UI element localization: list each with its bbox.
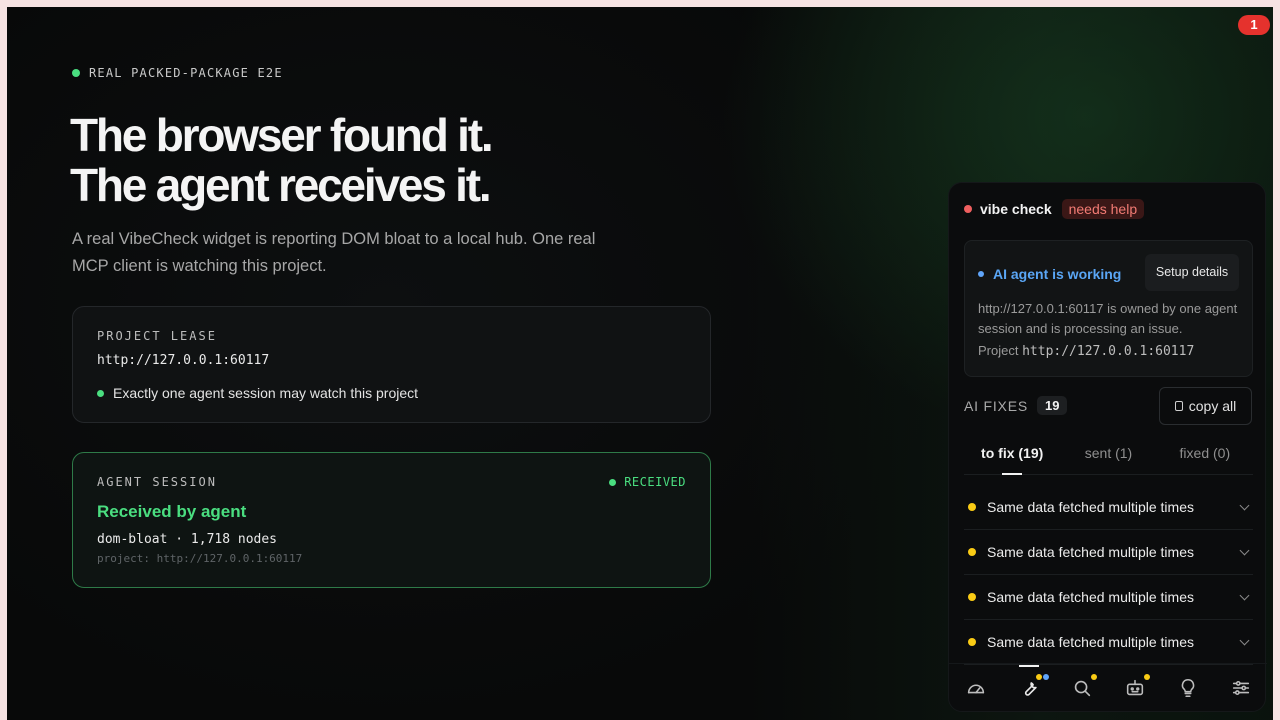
tab-sent[interactable]: sent (1) [1060,433,1156,474]
lease-note: Exactly one agent session may watch this… [97,385,418,401]
headline-line-2: The agent receives it. [70,159,492,211]
severity-dot [968,503,976,511]
fixes-label: AI FIXES [964,397,1028,414]
issue-label: Same data fetched multiple times [987,589,1194,605]
agent-status-box: AI agent is working Setup details http:/… [964,240,1253,377]
agent-project: Project http://127.0.0.1:60117 [978,343,1194,359]
list-item[interactable]: Same data fetched multiple times [964,530,1253,575]
project-url: http://127.0.0.1:60117 [1022,344,1195,359]
severity-dot [968,548,976,556]
wrench-icon[interactable] [1018,664,1049,699]
tab-fixed[interactable]: fixed (0) [1157,433,1253,474]
robot-icon[interactable] [1124,673,1150,699]
gauge-icon[interactable] [965,677,987,699]
agent-status: AI agent is working [978,266,1121,282]
page-viewport: 1 REAL PACKED-PACKAGE E2E The browser fo… [7,7,1273,720]
widget-nav-bar [949,663,1267,711]
project-lease-card: PROJECT LEASE http://127.0.0.1:60117 Exa… [72,306,711,423]
eyebrow-text: REAL PACKED-PACKAGE E2E [89,66,283,80]
clipboard-icon [1174,401,1183,411]
sliders-icon[interactable] [1230,677,1252,699]
active-indicator [1018,664,1039,667]
page-headline: The browser found it. The agent receives… [70,109,494,211]
widget-header: vibe check needs help [964,199,1145,219]
severity-dot [968,593,976,601]
setup-details-button[interactable]: Setup details [1145,254,1239,291]
notification-dot [1090,673,1097,680]
fixes-count: 19 [1036,396,1068,415]
copy-all-button[interactable]: copy all [1159,387,1252,425]
status-dot [609,478,617,486]
status-badge: needs help [1061,199,1145,219]
severity-dot [968,638,976,646]
copy-all-label: copy all [1188,398,1237,414]
status-dot [72,69,80,77]
vibecheck-widget: vibe check needs help AI agent is workin… [948,182,1267,712]
issue-label: Same data fetched multiple times [987,499,1194,515]
agent-session-card: AGENT SESSION RECEIVED Received by agent… [72,452,711,588]
headline-line-1: The browser found it. [70,109,494,161]
session-project: project: http://127.0.0.1:60117 [97,552,303,565]
chevron-down-icon [1239,545,1250,556]
session-detail: dom-bloat · 1,718 nodes [97,532,278,547]
tab-to-fix[interactable]: to fix (19) [964,433,1060,475]
issue-label: Same data fetched multiple times [987,634,1194,650]
chevron-down-icon [1239,590,1250,601]
eyebrow: REAL PACKED-PACKAGE E2E [72,66,283,80]
status-dot [97,389,104,397]
fixes-header: AI FIXES 19 [964,396,1068,415]
list-item[interactable]: Same data fetched multiple times [964,575,1253,620]
lightbulb-icon[interactable] [1177,677,1199,699]
issue-list: Same data fetched multiple times Same da… [964,485,1253,665]
session-title: Received by agent [97,502,247,521]
list-item[interactable]: Same data fetched multiple times [964,620,1253,665]
received-status-text: RECEIVED [624,475,686,489]
agent-status-text: AI agent is working [993,266,1122,282]
notification-dot [1042,673,1049,680]
search-icon[interactable] [1071,673,1097,699]
card-label: PROJECT LEASE [97,329,217,343]
issue-label: Same data fetched multiple times [987,544,1194,560]
notification-dot [1035,673,1042,680]
notification-dot [1143,673,1150,680]
lease-note-text: Exactly one agent session may watch this… [113,385,419,401]
received-status: RECEIVED [609,475,686,489]
notification-badge[interactable]: 1 [1238,15,1270,35]
fix-tabs: to fix (19) sent (1) fixed (0) [964,433,1253,475]
project-label: Project [978,343,1019,358]
widget-title: vibe check [980,201,1052,217]
chevron-down-icon [1239,635,1250,646]
status-dot [978,271,984,277]
card-label: AGENT SESSION [97,475,217,489]
list-item[interactable]: Same data fetched multiple times [964,485,1253,530]
status-dot [964,205,972,213]
agent-description: http://127.0.0.1:60117 is owned by one a… [978,301,1238,336]
lede-text: A real VibeCheck widget is reporting DOM… [72,230,596,275]
lease-url: http://127.0.0.1:60117 [97,353,270,368]
chevron-down-icon [1239,500,1250,511]
